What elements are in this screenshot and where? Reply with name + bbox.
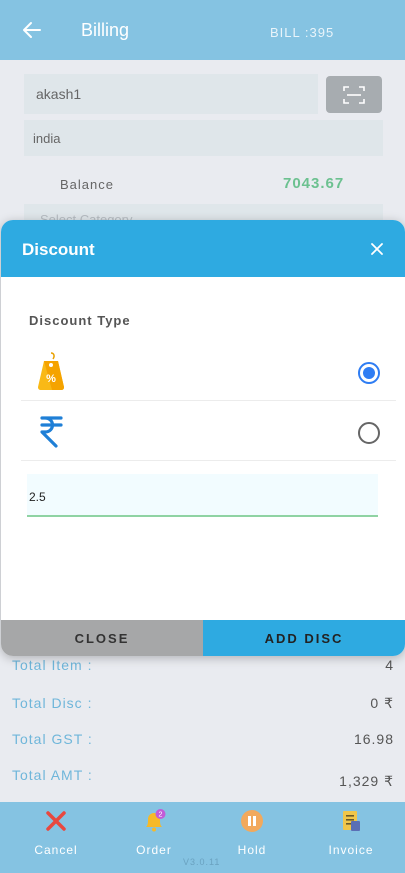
bill-number: BILL :395 [270, 25, 335, 40]
radio-amount[interactable] [358, 422, 380, 444]
invoice-button[interactable]: Invoice [306, 802, 396, 873]
scan-button[interactable] [326, 76, 382, 113]
summary-total-disc: Total Disc : 0 ₹ [12, 695, 394, 717]
invoice-icon [338, 808, 364, 834]
scan-icon [343, 85, 365, 104]
app-version: V3.0.11 [183, 857, 221, 867]
discount-input[interactable] [27, 474, 378, 517]
summary-label: Total Item : [12, 657, 93, 673]
rupee-icon [31, 411, 71, 451]
percent-tag-icon: % [31, 351, 71, 391]
nav-label: Hold [237, 843, 267, 857]
summary-total-gst: Total GST : 16.98 [12, 731, 394, 753]
bell-icon: 2 [141, 808, 167, 834]
customer-country-field[interactable]: india [24, 120, 383, 156]
close-icon[interactable] [367, 239, 387, 259]
discount-modal: Discount Discount Type % CLOSE ADD DISC [1, 220, 405, 656]
svg-text:%: % [46, 373, 56, 385]
pause-icon [239, 808, 265, 834]
summary-total-item: Total Item : 4 [12, 657, 394, 679]
modal-header: Discount [1, 220, 405, 277]
radio-percent[interactable] [358, 362, 380, 384]
balance-value: 7043.67 [283, 175, 345, 192]
discount-type-label: Discount Type [29, 313, 131, 328]
summary-value: 1,329 ₹ [339, 773, 394, 789]
summary-value: 4 [385, 657, 394, 673]
page-title: Billing [81, 20, 130, 40]
close-button[interactable]: CLOSE [1, 620, 203, 656]
customer-name-field[interactable]: akash1 [24, 74, 318, 114]
nav-label: Order [136, 843, 172, 857]
summary-label: Total GST : [12, 731, 93, 747]
back-arrow-icon[interactable] [20, 18, 44, 42]
balance-label: Balance [60, 177, 114, 192]
summary-value: 0 ₹ [370, 695, 394, 711]
summary-value: 16.98 [353, 731, 394, 747]
modal-title: Discount [22, 240, 95, 259]
add-discount-button[interactable]: ADD DISC [203, 620, 405, 656]
summary-label: Total AMT : [12, 767, 93, 783]
cancel-button[interactable]: Cancel [11, 802, 101, 873]
summary-total-amt: Total AMT : 1,329 ₹ [12, 767, 394, 789]
nav-label: Invoice [328, 843, 374, 857]
discount-option-percent[interactable]: % [21, 343, 396, 401]
close-icon [43, 808, 69, 834]
nav-label: Cancel [34, 843, 78, 857]
discount-option-amount[interactable] [21, 403, 396, 461]
order-badge: 2 [159, 811, 163, 818]
summary-label: Total Disc : [12, 695, 93, 711]
top-bar: Billing BILL :395 [0, 0, 405, 60]
hold-button[interactable]: Hold [207, 802, 297, 873]
